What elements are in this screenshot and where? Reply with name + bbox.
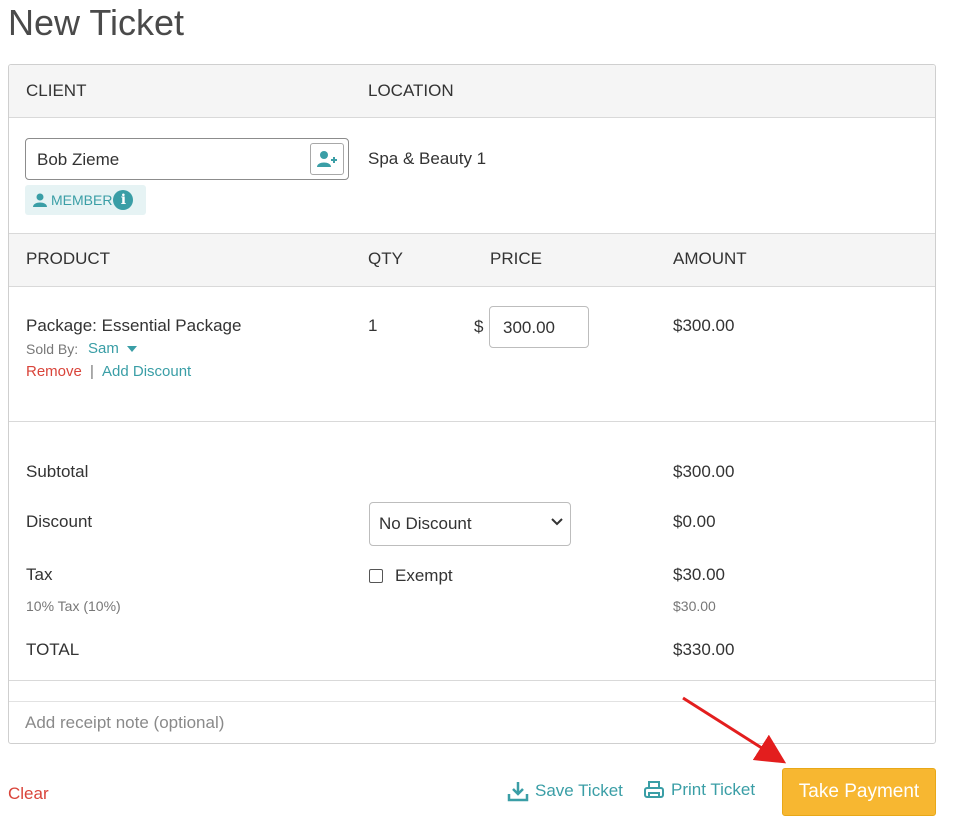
location-column-header: LOCATION xyxy=(368,81,454,100)
subtotal-value: $300.00 xyxy=(673,462,735,481)
person-icon xyxy=(33,193,47,207)
product-header-row xyxy=(9,233,935,287)
sold-by-label: Sold By: xyxy=(26,341,79,357)
qty-column-header: QTY xyxy=(368,249,403,268)
member-badge[interactable]: MEMBER i xyxy=(25,185,146,215)
download-icon xyxy=(507,782,529,802)
tax-exempt-label: Exempt xyxy=(395,566,453,585)
total-label: TOTAL xyxy=(26,640,80,659)
print-ticket-label: Print Ticket xyxy=(671,780,756,799)
page-title: New Ticket xyxy=(8,2,185,43)
tax-value: $30.00 xyxy=(673,565,725,584)
caret-down-icon xyxy=(127,346,138,353)
totals-divider xyxy=(9,680,935,681)
total-value: $330.00 xyxy=(673,640,735,659)
product-column-header: PRODUCT xyxy=(26,249,111,268)
chevron-down-icon xyxy=(551,518,563,526)
link-separator: | xyxy=(90,363,94,380)
price-column-header: PRICE xyxy=(490,249,542,268)
sold-by-value: Sam xyxy=(88,340,119,357)
printer-icon xyxy=(644,781,664,798)
tax-detail-label: 10% Tax (10%) xyxy=(26,598,121,614)
tax-exempt-checkbox[interactable] xyxy=(369,569,383,583)
add-client-button[interactable] xyxy=(310,143,344,175)
discount-value: $0.00 xyxy=(673,512,716,531)
add-user-icon xyxy=(317,151,337,167)
currency-symbol: $ xyxy=(474,317,484,336)
take-payment-button[interactable]: Take Payment xyxy=(782,768,936,816)
info-icon[interactable]: i xyxy=(113,190,134,210)
add-discount-link[interactable]: Add Discount xyxy=(102,363,191,380)
ticket-card: CLIENT LOCATION Bob Zieme MEMBER i Spa &… xyxy=(8,64,936,744)
discount-select[interactable]: No Discount xyxy=(369,502,571,546)
clear-button[interactable]: Clear xyxy=(8,784,49,804)
discount-select-value: No Discount xyxy=(379,514,472,533)
sold-by-dropdown[interactable]: Sam xyxy=(88,340,138,357)
location-value: Spa & Beauty 1 xyxy=(368,149,487,168)
amount-column-header: AMOUNT xyxy=(673,249,747,268)
print-ticket-button[interactable]: Print Ticket xyxy=(643,780,755,800)
client-header-row xyxy=(9,65,935,118)
receipt-note-input[interactable]: Add receipt note (optional) xyxy=(9,701,935,744)
product-name: Package: Essential Package xyxy=(26,316,242,335)
subtotal-label: Subtotal xyxy=(26,462,89,481)
client-name-value: Bob Zieme xyxy=(37,150,120,169)
save-ticket-label: Save Ticket xyxy=(535,781,623,800)
client-column-header: CLIENT xyxy=(26,81,87,100)
member-badge-label: MEMBER xyxy=(51,192,113,208)
tax-label: Tax xyxy=(26,565,53,584)
remove-link[interactable]: Remove xyxy=(26,363,82,380)
price-input[interactable]: 300.00 xyxy=(489,306,589,348)
save-ticket-button[interactable]: Save Ticket xyxy=(507,780,623,802)
items-divider xyxy=(9,421,935,422)
qty-value: 1 xyxy=(368,316,378,335)
line-amount: $300.00 xyxy=(673,316,735,335)
discount-label: Discount xyxy=(26,512,93,531)
tax-detail-amount: $30.00 xyxy=(673,598,716,614)
client-field[interactable]: Bob Zieme xyxy=(25,138,349,180)
